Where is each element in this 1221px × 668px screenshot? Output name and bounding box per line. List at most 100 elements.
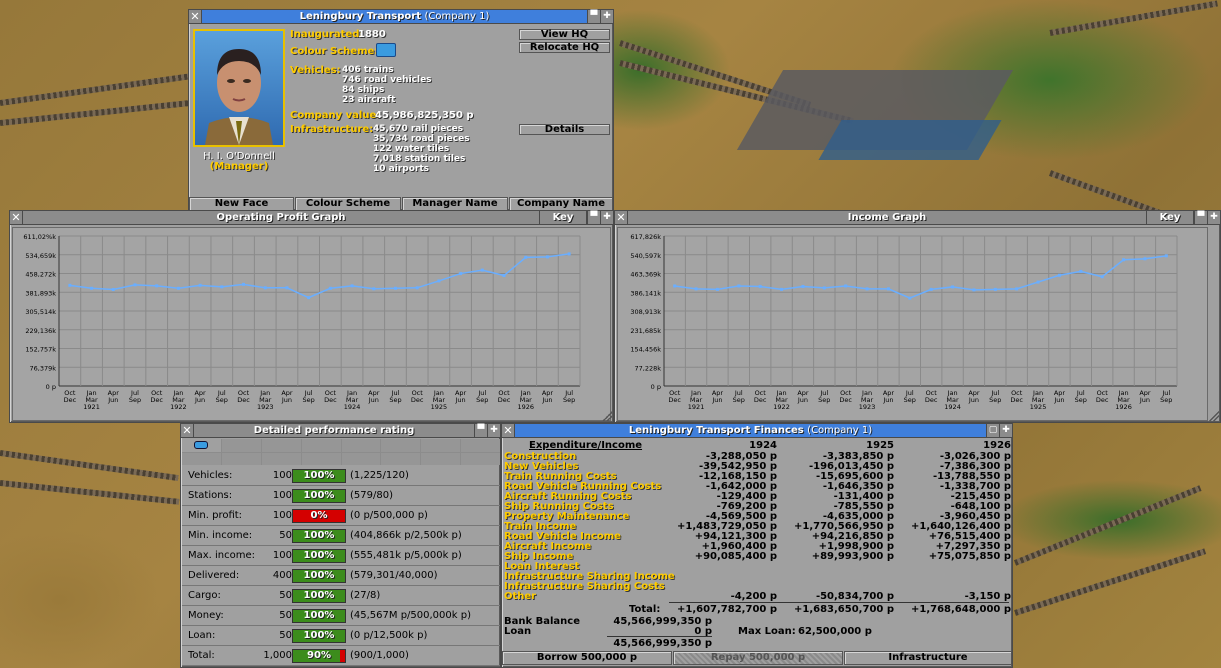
key-button[interactable]: Key: [1146, 211, 1194, 224]
y-tick-label: 229,136k: [25, 327, 56, 335]
data-point: [780, 287, 784, 291]
key-button[interactable]: Key: [539, 211, 587, 224]
rating-bar: 100%: [292, 549, 346, 563]
company-selector[interactable]: [182, 439, 500, 465]
y-tick-label: 0 p: [46, 383, 56, 391]
company-tab[interactable]: [381, 452, 421, 465]
colour-scheme-button[interactable]: Colour Scheme: [295, 197, 401, 211]
company-tab[interactable]: [461, 439, 500, 452]
company-tab[interactable]: [221, 439, 261, 452]
view-hq-button[interactable]: View HQ: [519, 29, 610, 40]
finance-value: -4,200 p: [730, 591, 777, 602]
company-tab[interactable]: [261, 439, 301, 452]
company-tab[interactable]: [421, 439, 461, 452]
operating-profit-graph-window[interactable]: ✕ Operating Profit Graph Key ▀ ✚ 611,02%…: [9, 210, 614, 423]
shade-button[interactable]: ▀: [1194, 211, 1207, 224]
vehicles-trains: 406 trains: [342, 65, 394, 75]
finances-titlebar[interactable]: ✕ Leningbury Transport Finances (Company…: [502, 424, 1012, 438]
data-point: [372, 287, 376, 291]
shade-button[interactable]: ▀: [587, 10, 600, 23]
new-face-button[interactable]: New Face: [189, 197, 294, 211]
x-tick-label: Dec: [150, 396, 163, 404]
vehicles-ships: 84 ships: [342, 85, 385, 95]
company-tab[interactable]: [182, 452, 221, 465]
x-tick-label: Sep: [216, 396, 228, 404]
rating-detail: (900/1,000): [350, 650, 409, 661]
income-graph-titlebar[interactable]: ✕ Income Graph Key ▀ ✚: [615, 211, 1220, 225]
x-tick-label: Sep: [1160, 396, 1172, 404]
data-point: [951, 285, 955, 289]
pin-icon[interactable]: ✚: [1207, 211, 1220, 224]
close-button[interactable]: ✕: [615, 211, 628, 224]
shade-button[interactable]: ▀: [587, 211, 600, 224]
close-button[interactable]: ✕: [181, 424, 194, 437]
company-window-titlebar[interactable]: ✕ Leningbury Transport (Company 1) ▀ ✚: [189, 10, 613, 24]
company-window[interactable]: ✕ Leningbury Transport (Company 1) ▀ ✚ H…: [188, 9, 614, 211]
company-value: 45,986,825,350 p: [375, 110, 474, 121]
profit-graph-svg: 611,02%k 534,659k 458,272k 381,893k 305,514k…: [23, 233, 581, 411]
rating-percent: 100%: [303, 570, 335, 581]
data-point: [822, 286, 826, 290]
rating-titlebar[interactable]: ✕ Detailed performance rating ▀ ✚: [181, 424, 500, 438]
details-button[interactable]: Details: [519, 124, 610, 135]
finances-window[interactable]: ✕ Leningbury Transport Finances (Company…: [501, 423, 1013, 668]
rating-score: 50: [279, 630, 292, 641]
data-point: [437, 279, 441, 283]
borrow-button[interactable]: Borrow 500,000 p: [502, 651, 672, 665]
company-tab[interactable]: [301, 439, 341, 452]
company-tab[interactable]: [341, 452, 381, 465]
company-tab[interactable]: [461, 452, 500, 465]
company-tab[interactable]: [421, 452, 461, 465]
infrastructure-button[interactable]: Infrastructure: [844, 651, 1012, 665]
data-point: [524, 255, 528, 259]
income-graph-window[interactable]: ✕ Income Graph Key ▀ ✚ 617,826k 540,597k 4…: [614, 210, 1221, 423]
pin-icon[interactable]: ✚: [600, 10, 613, 23]
company-tab[interactable]: [261, 452, 301, 465]
income-graph-title: Income Graph: [847, 212, 927, 223]
pin-icon[interactable]: ✚: [999, 424, 1012, 437]
resize-handle-icon[interactable]: [1209, 411, 1219, 421]
y-tick-label: 617,826k: [630, 233, 661, 241]
data-point: [285, 286, 289, 290]
repay-button[interactable]: Repay 500,000 p: [673, 651, 843, 665]
close-button[interactable]: ✕: [189, 10, 202, 23]
y-tick-label: 76,379k: [29, 364, 56, 372]
data-point: [393, 286, 397, 290]
performance-rating-window[interactable]: ✕ Detailed performance rating ▀ ✚ Vehicl…: [180, 423, 501, 668]
pin-icon[interactable]: ✚: [487, 424, 500, 437]
company-name-button[interactable]: Company Name: [509, 197, 613, 211]
x-tick-label: 1925: [431, 403, 448, 411]
x-tick-label: Jun: [541, 396, 552, 404]
rating-label: Delivered:: [188, 570, 240, 581]
data-point: [133, 283, 137, 287]
close-button[interactable]: ✕: [10, 211, 23, 224]
year-1925: 1925: [866, 440, 894, 451]
rating-bar: 100%: [292, 469, 346, 483]
x-tick-label: Dec: [1096, 396, 1109, 404]
x-tick-label: Dec: [64, 396, 77, 404]
rating-bar: 0%: [292, 509, 346, 523]
pin-icon[interactable]: ✚: [600, 211, 613, 224]
relocate-hq-button[interactable]: Relocate HQ: [519, 42, 610, 53]
y-tick-label: 305,514k: [25, 308, 56, 316]
company-tab[interactable]: [221, 452, 261, 465]
toggle-size-button[interactable]: ▢: [986, 424, 999, 437]
x-tick-label: Jun: [194, 396, 205, 404]
x-tick-label: Jun: [368, 396, 379, 404]
manager-name-button[interactable]: Manager Name: [402, 197, 508, 211]
company-1-tab[interactable]: [182, 439, 221, 452]
total-label: Total:: [629, 604, 661, 615]
x-tick-label: 1926: [1115, 403, 1132, 411]
finance-row-label: Other: [504, 591, 537, 602]
shade-button[interactable]: ▀: [474, 424, 487, 437]
company-tab[interactable]: [381, 439, 421, 452]
y-tick-label: 231,685k: [630, 327, 661, 335]
rating-row: Total: 1,000 90% (900/1,000): [182, 646, 500, 666]
company-tab[interactable]: [301, 452, 341, 465]
resize-handle-icon[interactable]: [602, 411, 612, 421]
company-tab[interactable]: [341, 439, 381, 452]
data-point: [1143, 257, 1147, 261]
close-button[interactable]: ✕: [502, 424, 515, 437]
inaugurated-label: Inaugurated:: [290, 29, 364, 40]
profit-graph-titlebar[interactable]: ✕ Operating Profit Graph Key ▀ ✚: [10, 211, 613, 225]
